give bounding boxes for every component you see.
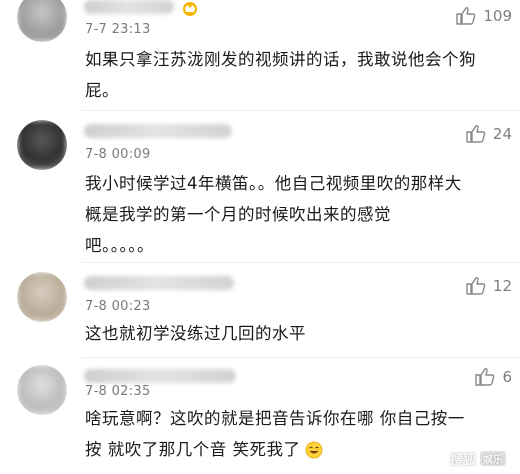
comment-text: 啥玩意啊？这吹的就是把音告诉你在哪 你自己按一 按 就吹了那几个音 笑死我了 xyxy=(85,403,505,465)
comment-text-line: 吧。。。。。 xyxy=(85,236,154,255)
comment-text-line: 我小时候学过4年横笛。。他自己视频里吹的那样大 xyxy=(85,174,462,193)
like-button[interactable]: 109 xyxy=(455,6,512,26)
avatar[interactable] xyxy=(17,120,67,170)
comment-time: 7-8 00:09 xyxy=(85,147,151,162)
comment-text-line-text: 按 就吹了那几个音 笑死我了 xyxy=(85,440,301,459)
avatar[interactable] xyxy=(17,365,67,415)
comment-3: 7-8 00:23 12 这也就初学没练过几回的水平 xyxy=(0,262,520,357)
username-blurred[interactable] xyxy=(84,124,232,138)
like-button[interactable]: 24 xyxy=(465,124,512,144)
avatar[interactable] xyxy=(17,272,67,322)
comment-text-line: 这也就初学没练过几回的水平 xyxy=(85,324,306,343)
comment-2: 7-8 00:09 24 我小时候学过4年横笛。。他自己视频里吹的那样大 概是我… xyxy=(0,110,520,262)
like-count: 24 xyxy=(492,125,512,143)
comment-time: 7-8 02:35 xyxy=(85,384,151,399)
sohu-watermark: 搜狐 娱乐 xyxy=(450,449,506,468)
comment-text-line: 按 就吹了那几个音 笑死我了 xyxy=(85,434,505,465)
comment-text: 我小时候学过4年横笛。。他自己视频里吹的那样大 概是我学的第一个月的时候吹出来的… xyxy=(85,168,505,261)
avatar[interactable] xyxy=(17,0,67,42)
comment-text-line: 屁。 xyxy=(85,81,119,100)
username-blurred[interactable] xyxy=(84,276,234,290)
crown-badge-icon xyxy=(183,2,197,16)
username-blurred[interactable] xyxy=(84,369,236,383)
thumbs-up-icon xyxy=(466,125,486,143)
watermark-text: 搜狐 xyxy=(449,453,476,468)
comment-text-line: 啥玩意啊？这吹的就是把音告诉你在哪 你自己按一 xyxy=(85,409,465,428)
thumbs-up-icon xyxy=(456,7,476,25)
thumbs-up-icon xyxy=(466,277,486,295)
comment-text-line: 概是我学的第一个月的时候吹出来的感觉 xyxy=(85,205,391,224)
comment-text: 如果只拿汪苏泷刚发的视频讲的话，我敢说他会个狗 屁。 xyxy=(85,44,505,106)
like-count: 12 xyxy=(492,277,512,295)
comment-text-line: 如果只拿汪苏泷刚发的视频讲的话，我敢说他会个狗 xyxy=(85,50,476,69)
comment-1: 7-7 23:13 109 如果只拿汪苏泷刚发的视频讲的话，我敢说他会个狗 屁。 xyxy=(0,0,520,110)
watermark-tag: 娱乐 xyxy=(480,451,506,466)
username-blurred[interactable] xyxy=(84,0,174,14)
like-count: 6 xyxy=(502,368,512,386)
comment-time: 7-8 00:23 xyxy=(85,299,151,314)
comment-time: 7-7 23:13 xyxy=(85,22,151,37)
like-button[interactable]: 12 xyxy=(465,276,512,296)
comment-4: 7-8 02:35 6 啥玩意啊？这吹的就是把音告诉你在哪 你自己按一 按 就吹… xyxy=(0,357,520,474)
laughing-emoji-icon xyxy=(305,441,322,458)
comment-text: 这也就初学没练过几回的水平 xyxy=(85,318,505,349)
thumbs-up-icon xyxy=(475,368,495,386)
like-count: 109 xyxy=(483,7,512,25)
like-button[interactable]: 6 xyxy=(474,367,512,387)
